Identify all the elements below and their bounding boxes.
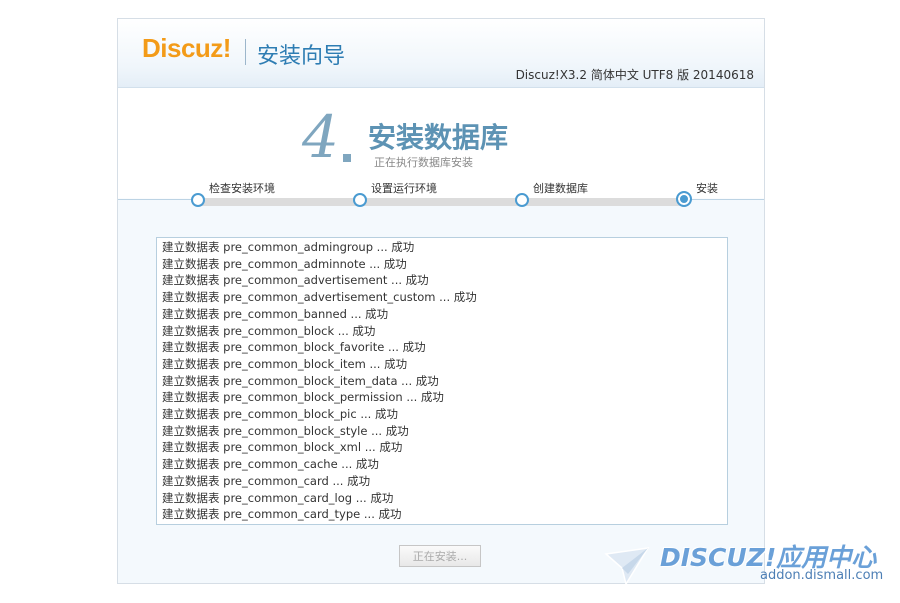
step-number-dot (343, 154, 351, 162)
watermark-url: addon.dismall.com (760, 568, 883, 583)
discuz-logo: Discuz! (142, 33, 231, 64)
log-line: 建立数据表 pre_common_card_type ... 成功 (162, 506, 722, 523)
log-line: 建立数据表 pre_common_block ... 成功 (162, 323, 722, 340)
log-line: 建立数据表 pre_common_block_item_data ... 成功 (162, 373, 722, 390)
watermark: DISCUZ!应用中心 addon.dismall.com (600, 536, 900, 600)
version-info: Discuz!X3.2 简体中文 UTF8 版 20140618 (516, 66, 754, 83)
log-line: 建立数据表 pre_common_card_log ... 成功 (162, 490, 722, 507)
step-subtitle: 正在执行数据库安装 (374, 154, 473, 170)
install-log[interactable]: 建立数据表 pre_common_admingroup ... 成功 建立数据表… (156, 237, 728, 525)
progress-label-install: 安装 (696, 180, 718, 196)
step-number: 4 (302, 108, 339, 166)
log-line: 建立数据表 pre_common_block_item ... 成功 (162, 356, 722, 373)
log-line: 建立数据表 pre_common_block_permission ... 成功 (162, 389, 722, 406)
progress-track (198, 198, 688, 206)
installer-window: Discuz! 安装向导 Discuz!X3.2 简体中文 UTF8 版 201… (117, 18, 765, 584)
log-line: 建立数据表 pre_common_block_pic ... 成功 (162, 406, 722, 423)
log-line: 建立数据表 pre_common_adminnote ... 成功 (162, 256, 722, 273)
log-line: 建立数据表 pre_common_block_xml ... 成功 (162, 439, 722, 456)
progress-dot-create-db (515, 193, 529, 207)
progress-dot-setup-env (353, 193, 367, 207)
step-title: 安装数据库 (368, 116, 508, 156)
progress-label-setup-env: 设置运行环境 (371, 180, 437, 196)
log-line: 建立数据表 pre_common_advertisement_custom ..… (162, 289, 722, 306)
log-line: 建立数据表 pre_common_block_favorite ... 成功 (162, 339, 722, 356)
header-divider (245, 39, 246, 65)
installing-button[interactable]: 正在安装... (399, 545, 481, 567)
log-line: 建立数据表 pre_common_banned ... 成功 (162, 306, 722, 323)
log-line: 建立数据表 pre_common_admingroup ... 成功 (162, 239, 722, 256)
progress-dot-check-env (191, 193, 205, 207)
log-line: 建立数据表 pre_common_advertisement ... 成功 (162, 272, 722, 289)
progress-dot-install (676, 191, 692, 207)
progress-label-check-env: 检查安装环境 (209, 180, 275, 196)
paper-plane-icon (604, 544, 650, 586)
progress-label-create-db: 创建数据库 (533, 180, 588, 196)
log-line: 建立数据表 pre_common_cache ... 成功 (162, 456, 722, 473)
header: Discuz! 安装向导 Discuz!X3.2 简体中文 UTF8 版 201… (118, 19, 764, 88)
wizard-title: 安装向导 (257, 38, 345, 70)
log-line: 建立数据表 pre_common_block_style ... 成功 (162, 423, 722, 440)
log-line: 建立数据表 pre_common_card ... 成功 (162, 473, 722, 490)
main-content: 4 安装数据库 正在执行数据库安装 检查安装环境 设置运行环境 创建数据库 安装… (118, 88, 764, 584)
